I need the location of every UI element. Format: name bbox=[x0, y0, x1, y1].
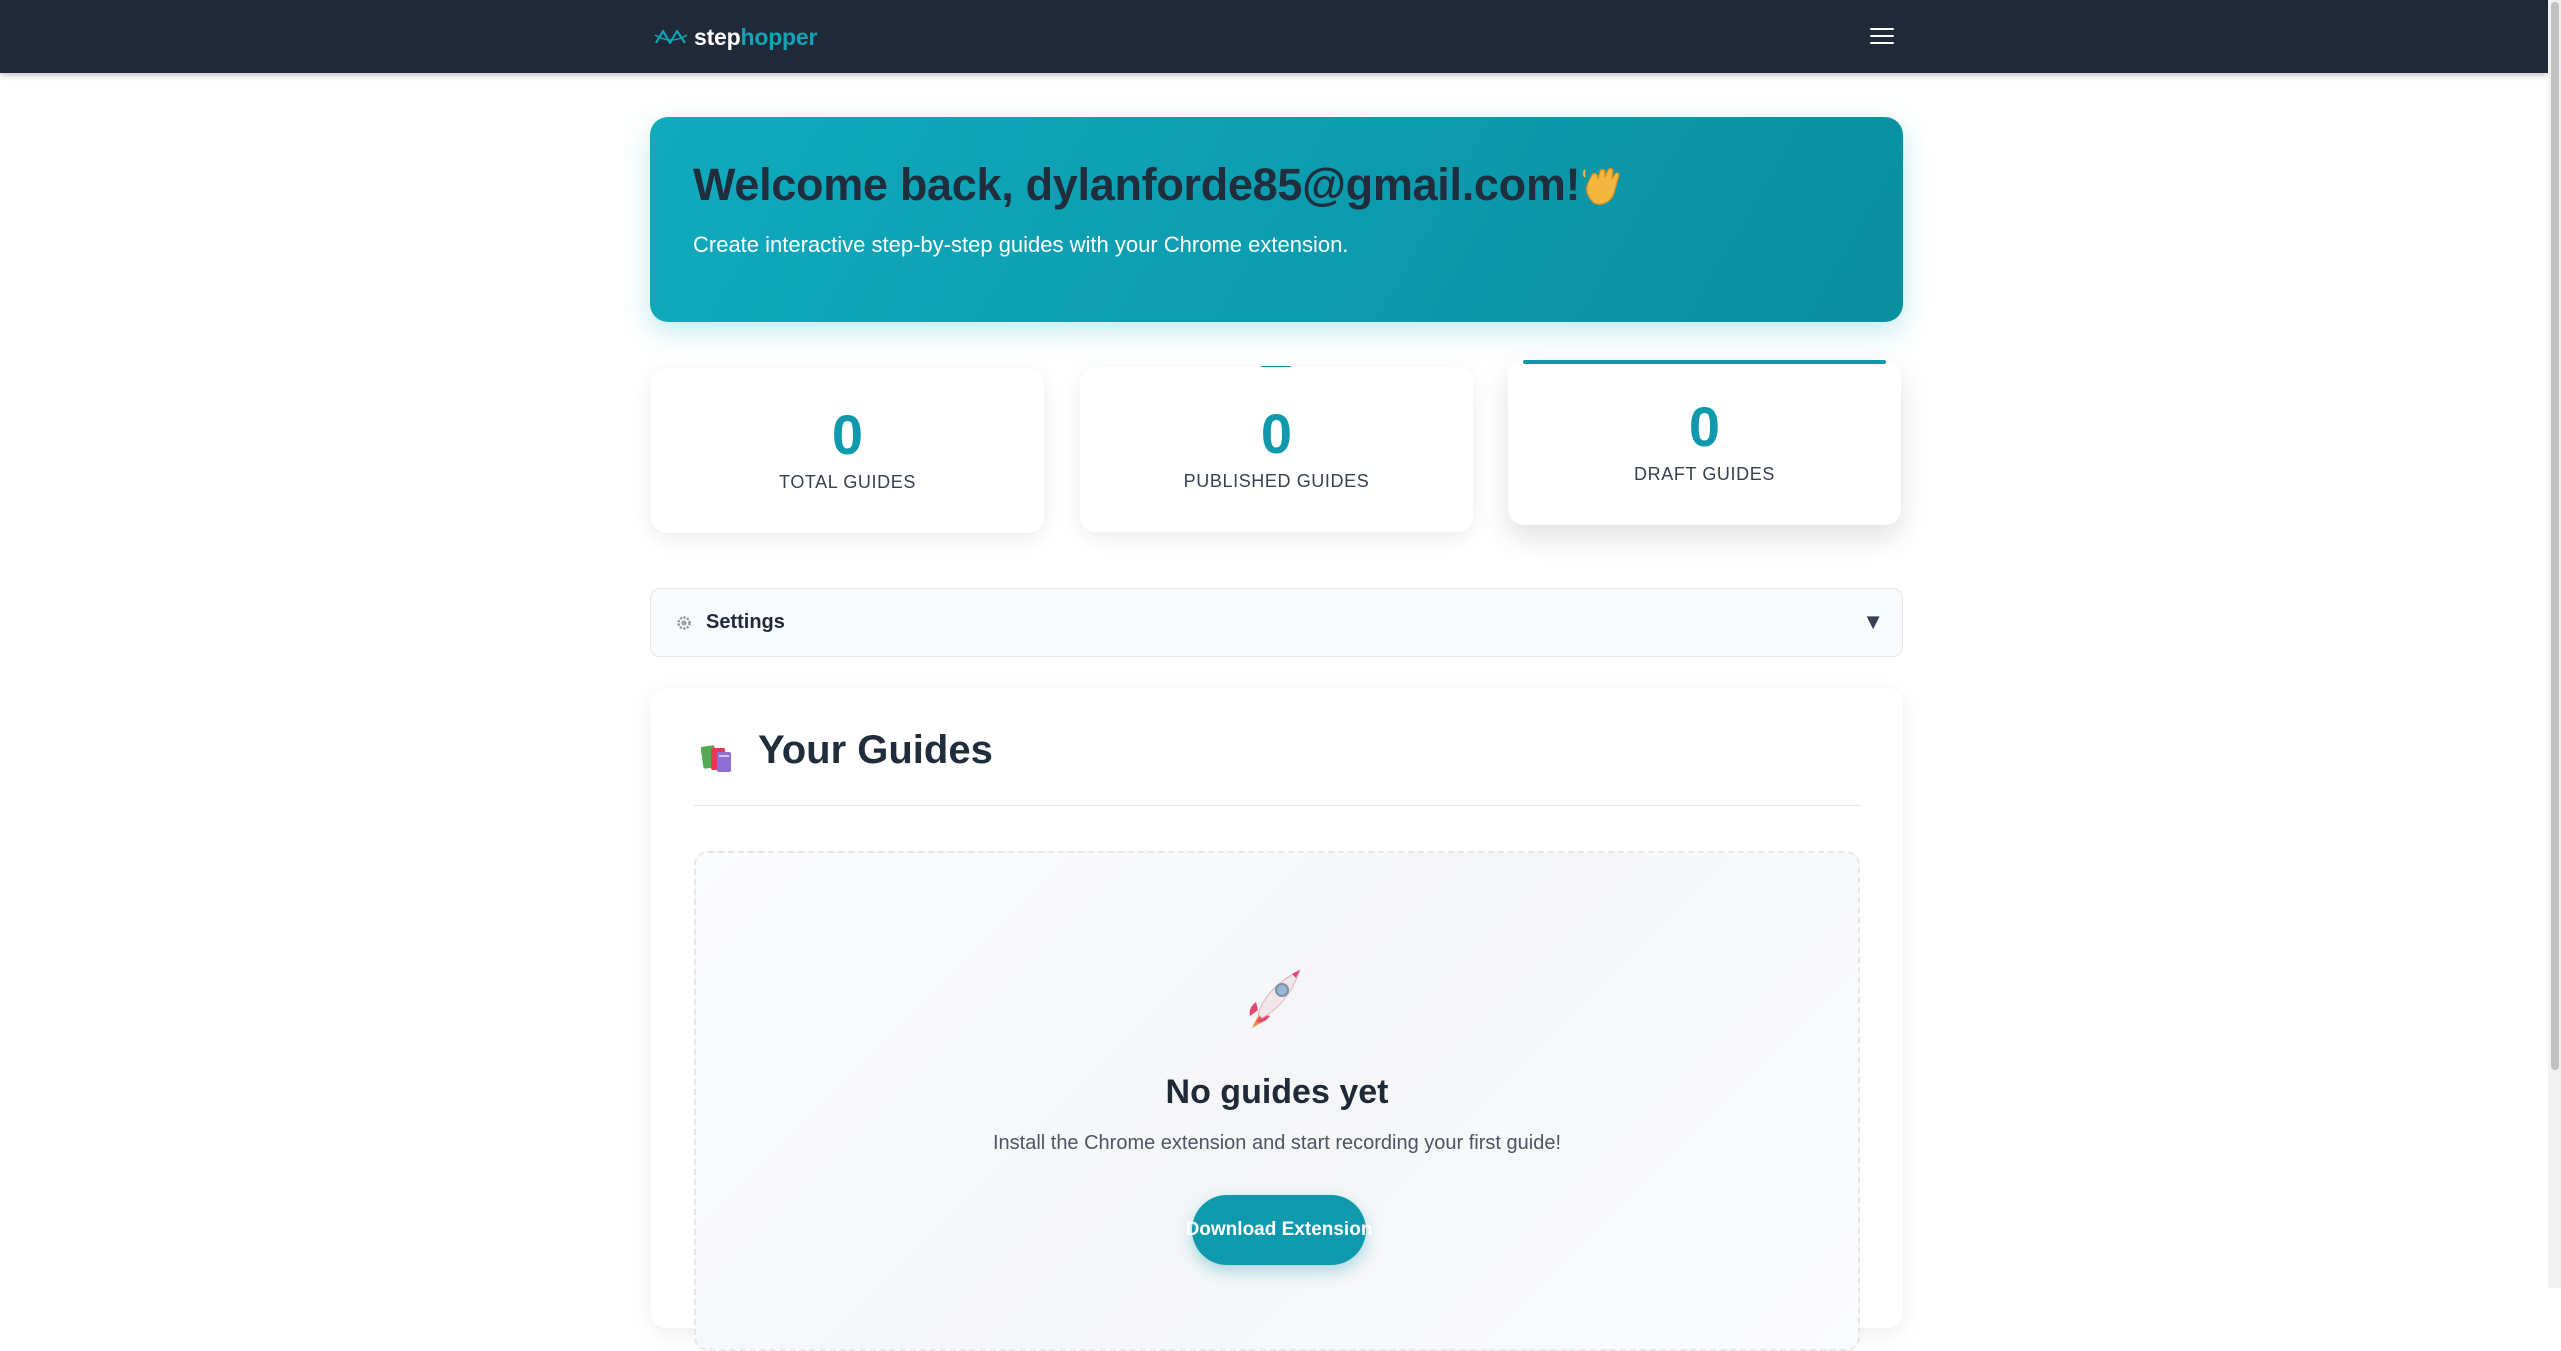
section-divider bbox=[694, 805, 1861, 806]
stat-published-value: 0 bbox=[1260, 402, 1293, 465]
welcome-title: Welcome back, dylanforde85@gmail.com! bbox=[693, 159, 1581, 210]
stat-draft-value: 0 bbox=[1688, 395, 1721, 458]
settings-label: Settings bbox=[706, 611, 785, 633]
gear-icon bbox=[677, 616, 691, 630]
welcome-banner: Welcome back, dylanforde85@gmail.com! Cr… bbox=[650, 117, 1903, 322]
brand-step-text: step bbox=[694, 23, 741, 50]
brand-name: stephopper bbox=[694, 24, 817, 51]
books-icon bbox=[700, 745, 731, 772]
chevron-down-icon[interactable]: ▼ bbox=[1862, 609, 1884, 635]
brand-hopper-text: hopper bbox=[740, 23, 818, 50]
scrollbar-thumb[interactable] bbox=[2551, 2, 2559, 1070]
stat-card-total: 0 TOTAL GUIDES bbox=[651, 368, 1044, 533]
empty-state-title: No guides yet bbox=[1165, 1073, 1389, 1111]
rocket-icon bbox=[1249, 968, 1301, 1028]
settings-accordion[interactable]: Settings ▼ bbox=[650, 588, 1903, 657]
brand-logo[interactable]: stephopper bbox=[654, 22, 817, 52]
welcome-subtitle: Create interactive step-by-step guides w… bbox=[693, 232, 1349, 257]
stat-draft-label: DRAFT GUIDES bbox=[1634, 464, 1775, 484]
stat-card-accent-bar bbox=[1523, 360, 1886, 364]
stat-total-value: 0 bbox=[831, 403, 864, 466]
empty-state: No guides yet Install the Chrome extensi… bbox=[694, 851, 1860, 1351]
stephopper-logo-icon bbox=[654, 29, 688, 45]
your-guides-title: Your Guides bbox=[758, 728, 993, 772]
stat-total-label: TOTAL GUIDES bbox=[779, 472, 916, 492]
stat-published-label: PUBLISHED GUIDES bbox=[1183, 471, 1370, 491]
stat-card-published: 0 PUBLISHED GUIDES bbox=[1080, 367, 1473, 532]
waving-hand-icon bbox=[1583, 167, 1620, 205]
hamburger-menu-icon[interactable] bbox=[1870, 25, 1894, 47]
download-extension-button[interactable]: Download Extension bbox=[1186, 1195, 1372, 1265]
empty-state-subtitle: Install the Chrome extension and start r… bbox=[992, 1132, 1562, 1154]
stat-card-draft: 0 DRAFT GUIDES bbox=[1508, 360, 1901, 525]
your-guides-section: Your Guides No guides yet Install the Ch… bbox=[651, 688, 1903, 1351]
top-navbar: stephopper bbox=[0, 0, 2548, 73]
